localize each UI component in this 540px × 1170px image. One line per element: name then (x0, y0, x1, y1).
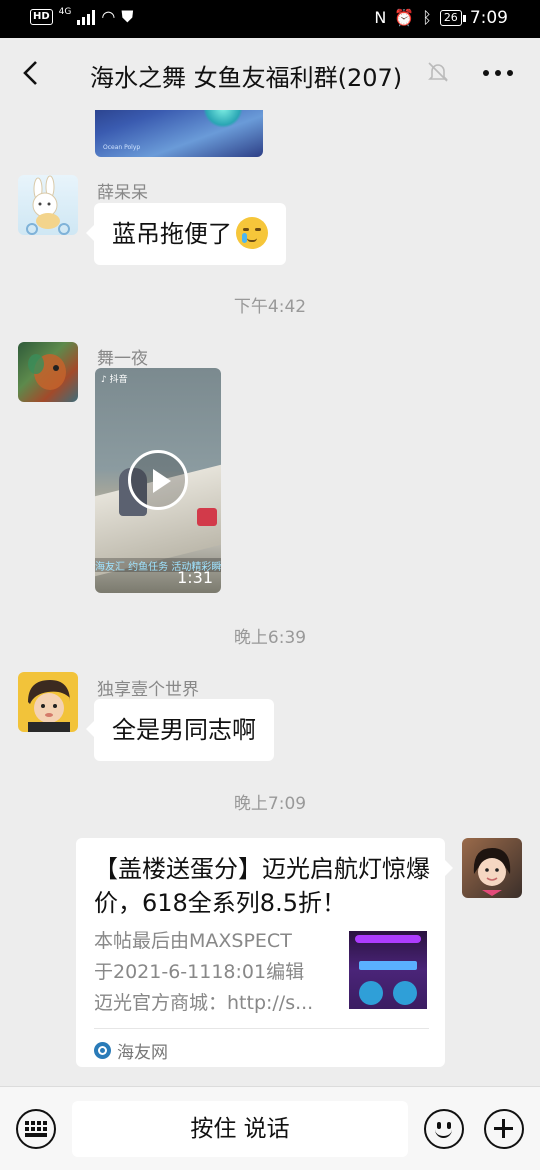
hold-to-talk-button[interactable]: 按住 说话 (72, 1101, 408, 1157)
sender-name: 舞一夜 (97, 349, 148, 369)
link-title: 【盖楼送蛋分】迈光启航灯惊爆价，618全系列8.5折！ (94, 855, 430, 917)
avatar[interactable] (18, 672, 78, 732)
crying-face-icon (236, 217, 268, 249)
message-list[interactable]: Ocean Polyp 薛呆呆 蓝吊拖便了 下午4:42 舞一夜 ♪ 抖音 海友… (0, 110, 540, 1086)
nfc-icon: N (374, 8, 387, 27)
play-icon[interactable] (128, 450, 188, 510)
network-type: 4G (58, 7, 72, 17)
status-bar: HD 4G ◠ ⛊ N ⏰ ᛒ 26 7:09 (0, 0, 540, 38)
message-text: 全是男同志啊 (112, 716, 256, 744)
alarm-icon: ⏰ (394, 8, 415, 27)
keyboard-toggle-icon[interactable] (16, 1109, 56, 1149)
avatar[interactable] (18, 342, 78, 402)
emoji-icon[interactable] (424, 1109, 464, 1149)
link-card[interactable]: 【盖楼送蛋分】迈光启航灯惊爆价，618全系列8.5折！ 本帖最后由MAXSPEC… (76, 838, 453, 1067)
divider (94, 1028, 429, 1029)
bluetooth-icon: ᛒ (422, 8, 432, 27)
message-bubble[interactable]: 全是男同志啊 (86, 699, 274, 761)
source-name: 海友网 (117, 1043, 168, 1063)
tiktok-logo-icon: ♪ 抖音 (101, 375, 128, 385)
sender-name: 独享壹个世界 (97, 680, 199, 700)
battery-icon: 26 (439, 10, 466, 26)
message-text: 蓝吊拖便了 (112, 220, 232, 248)
link-description-line: 于2021-6-1118:01编辑 (94, 961, 305, 983)
source-logo-icon (94, 1042, 111, 1059)
message-bubble[interactable]: 蓝吊拖便了 (86, 203, 286, 265)
timestamp: 晚上6:39 (233, 628, 307, 648)
clock: 7:09 (469, 8, 508, 28)
link-description-line: 迈光官方商城：http://s... (94, 992, 314, 1014)
wifi-icon: ◠ (101, 7, 116, 26)
timestamp: 下午4:42 (233, 297, 307, 317)
sender-name: 薛呆呆 (97, 183, 148, 203)
hd-icon: HD (30, 9, 53, 25)
my-avatar[interactable] (462, 838, 522, 898)
shield-icon: ⛊ (121, 7, 134, 26)
previous-image-message[interactable]: Ocean Polyp (95, 110, 263, 157)
chat-header: 海水之舞 女鱼友福利群(207) (0, 38, 540, 110)
more-options-icon[interactable] (480, 60, 516, 86)
plus-icon[interactable] (484, 1109, 524, 1149)
chat-title: 海水之舞 女鱼友福利群(207) (90, 64, 403, 92)
signal-icon (77, 9, 96, 25)
link-description-line: 本帖最后由MAXSPECT (94, 930, 292, 952)
back-arrow-icon[interactable] (18, 58, 48, 88)
timestamp: 晚上7:09 (233, 794, 307, 814)
video-message[interactable]: ♪ 抖音 海友汇 约鱼任务 活动精彩瞬间 1:31 (95, 368, 221, 593)
video-duration: 1:31 (177, 568, 213, 587)
avatar[interactable] (18, 175, 78, 235)
link-thumbnail (349, 931, 427, 1009)
mute-bell-icon (428, 62, 448, 82)
link-source: 海友网 (94, 1038, 168, 1063)
input-bar: 按住 说话 (0, 1086, 540, 1170)
link-description: 本帖最后由MAXSPECT 于2021-6-1118:01编辑 迈光官方商城：h… (94, 926, 334, 1019)
